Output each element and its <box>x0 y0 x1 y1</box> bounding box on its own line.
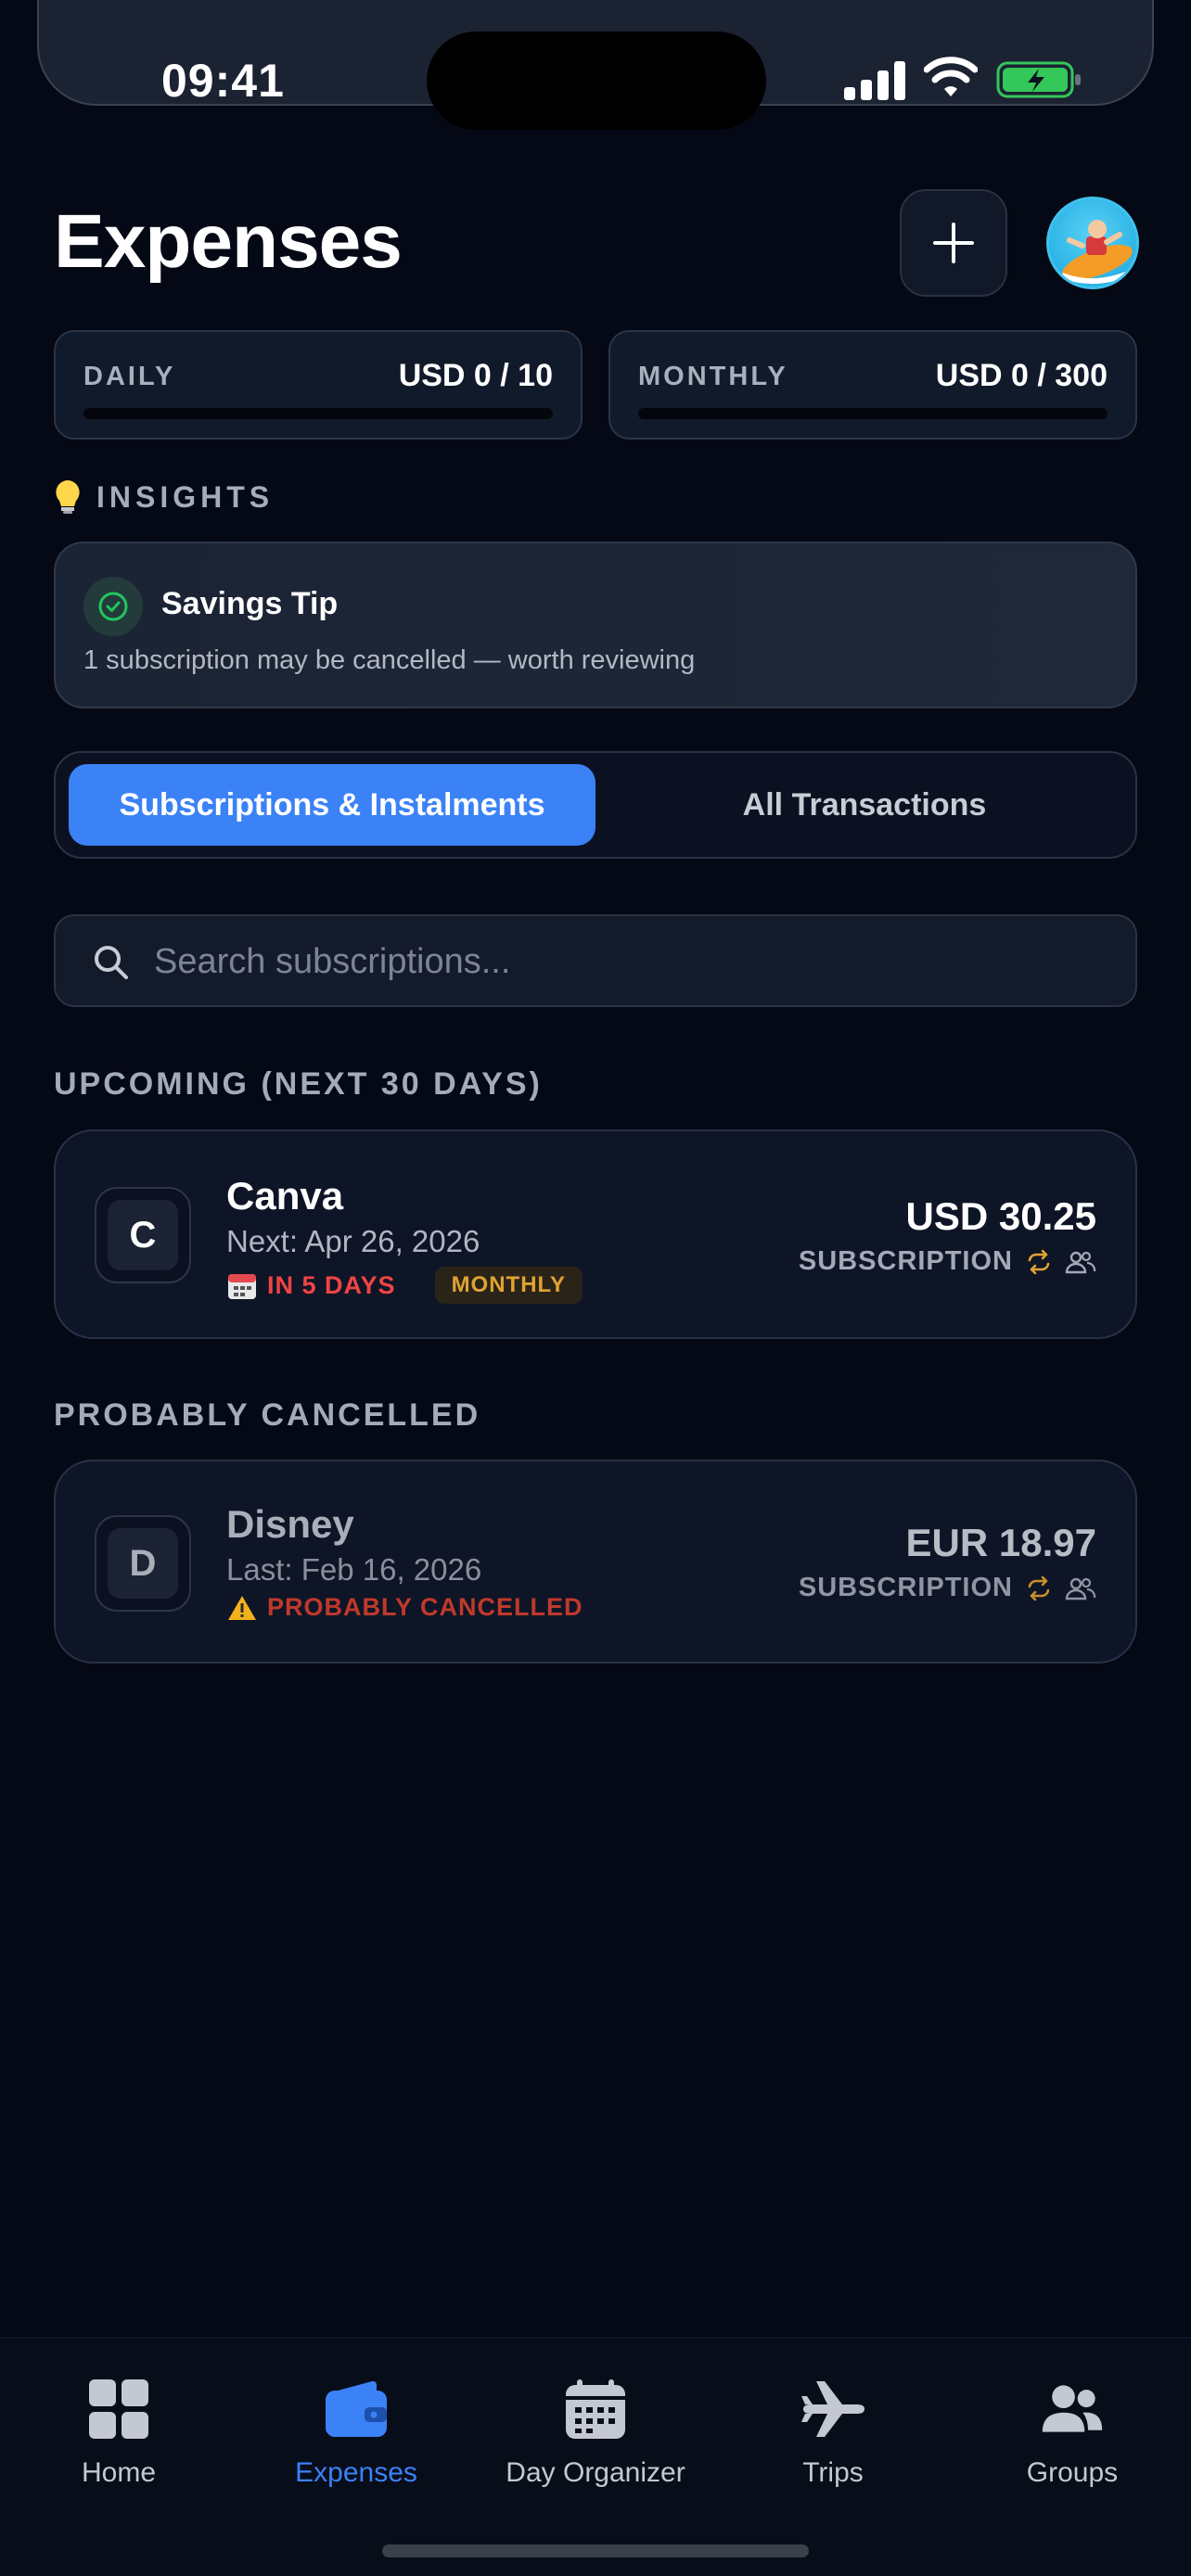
subscription-type-row: SUBSCRIPTION <box>799 1246 1096 1277</box>
upcoming-section-heading: UPCOMING (NEXT 30 DAYS) <box>54 1066 543 1102</box>
shared-people-icon <box>1065 1577 1096 1600</box>
view-segmented-control: Subscriptions & Instalments All Transact… <box>54 751 1137 859</box>
tab-day-organizer[interactable]: Day Organizer <box>477 2376 714 2489</box>
insights-heading: INSIGHTS <box>54 478 274 516</box>
home-indicator <box>382 2544 809 2557</box>
daily-budget-label: DAILY <box>83 362 176 391</box>
airplane-icon <box>800 2376 866 2442</box>
battery-charging-icon <box>996 61 1081 98</box>
subscription-card-canva[interactable]: C Canva Next: Apr 26, 2026 IN 5 DAYS MON… <box>54 1129 1137 1339</box>
monthly-budget-progress <box>638 408 1108 419</box>
subscription-due-text: IN 5 DAYS <box>267 1270 396 1299</box>
daily-budget-progress <box>83 408 553 419</box>
avatar[interactable] <box>1046 197 1139 289</box>
tab-home[interactable]: Home <box>0 2376 237 2489</box>
repeat-icon <box>1028 1575 1050 1600</box>
surfer-avatar-icon <box>1060 220 1134 285</box>
tab-expenses-label: Expenses <box>295 2457 417 2488</box>
tab-all-transactions[interactable]: All Transactions <box>603 764 1126 846</box>
subscription-type: SUBSCRIPTION <box>798 1246 1013 1276</box>
tab-trips-label: Trips <box>802 2457 864 2488</box>
repeat-icon <box>1028 1249 1050 1274</box>
subscription-last-date: Last: Feb 16, 2026 <box>226 1552 482 1587</box>
subscription-type: SUBSCRIPTION <box>798 1573 1013 1602</box>
subscription-due-flag: IN 5 DAYS MONTHLY <box>226 1267 583 1304</box>
status-time: 09:41 <box>161 55 285 107</box>
dynamic-island <box>427 32 766 130</box>
tab-groups-label: Groups <box>1026 2457 1119 2488</box>
monthly-budget-card[interactable]: MONTHLY USD 0 / 300 <box>608 330 1137 440</box>
signal-icon <box>844 59 907 100</box>
tab-day-organizer-label: Day Organizer <box>506 2457 685 2488</box>
subscription-amount: EUR 18.97 <box>905 1521 1096 1564</box>
daily-budget-value: USD 0 / 10 <box>398 358 553 393</box>
tip-body: 1 subscription may be cancelled — worth … <box>83 645 696 675</box>
monthly-budget-label: MONTHLY <box>638 362 788 391</box>
subscription-amount: USD 30.25 <box>905 1194 1096 1238</box>
search-icon <box>95 946 128 979</box>
wallet-icon <box>323 2376 390 2442</box>
subscription-cancelled-text: PROBABLY CANCELLED <box>267 1593 583 1621</box>
shared-people-icon <box>1065 1251 1096 1273</box>
savings-tip-card[interactable]: Savings Tip 1 subscription may be cancel… <box>54 542 1137 708</box>
subscription-card-disney[interactable]: D Disney Last: Feb 16, 2026 PROBABLY CAN… <box>54 1460 1137 1664</box>
page-title: Expenses <box>54 199 403 284</box>
tab-subscriptions-instalments[interactable]: Subscriptions & Instalments <box>69 764 596 846</box>
search-bar[interactable] <box>54 914 1137 1007</box>
insights-heading-text: INSIGHTS <box>96 479 275 514</box>
subscription-next-date: Next: Apr 26, 2026 <box>226 1224 480 1258</box>
cancelled-section-heading: PROBABLY CANCELLED <box>54 1397 481 1433</box>
tab-expenses[interactable]: Expenses <box>237 2376 475 2489</box>
check-circle-icon <box>83 577 143 636</box>
people-icon <box>1039 2376 1106 2442</box>
subscription-logo: C <box>95 1187 191 1283</box>
subscription-name: Disney <box>226 1502 354 1546</box>
tab-trips[interactable]: Trips <box>714 2376 952 2489</box>
search-input[interactable] <box>154 935 1100 988</box>
subscription-cancelled-flag: PROBABLY CANCELLED <box>226 1593 583 1622</box>
warning-icon <box>228 1595 256 1620</box>
calendar-icon <box>562 2376 629 2442</box>
tip-title: Savings Tip <box>161 586 339 621</box>
frequency-badge: MONTHLY <box>434 1267 583 1304</box>
wifi-icon <box>924 57 978 96</box>
monthly-budget-value: USD 0 / 300 <box>935 358 1108 393</box>
tab-groups[interactable]: Groups <box>954 2376 1191 2489</box>
subscription-logo: D <box>95 1515 191 1612</box>
lightbulb-icon <box>56 480 80 514</box>
bottom-tab-bar: Home Expenses Day Organizer Trips Groups <box>0 2337 1191 2576</box>
plus-icon <box>933 223 974 263</box>
add-expense-button[interactable] <box>900 189 1007 297</box>
subscription-name: Canva <box>226 1174 344 1218</box>
grid-icon <box>85 2376 152 2442</box>
daily-budget-card[interactable]: DAILY USD 0 / 10 <box>54 330 583 440</box>
subscription-type-row: SUBSCRIPTION <box>799 1573 1096 1603</box>
calendar-icon <box>228 1274 256 1299</box>
subscription-initial: D <box>108 1528 178 1599</box>
subscription-initial: C <box>108 1200 178 1270</box>
tab-home-label: Home <box>81 2457 157 2488</box>
